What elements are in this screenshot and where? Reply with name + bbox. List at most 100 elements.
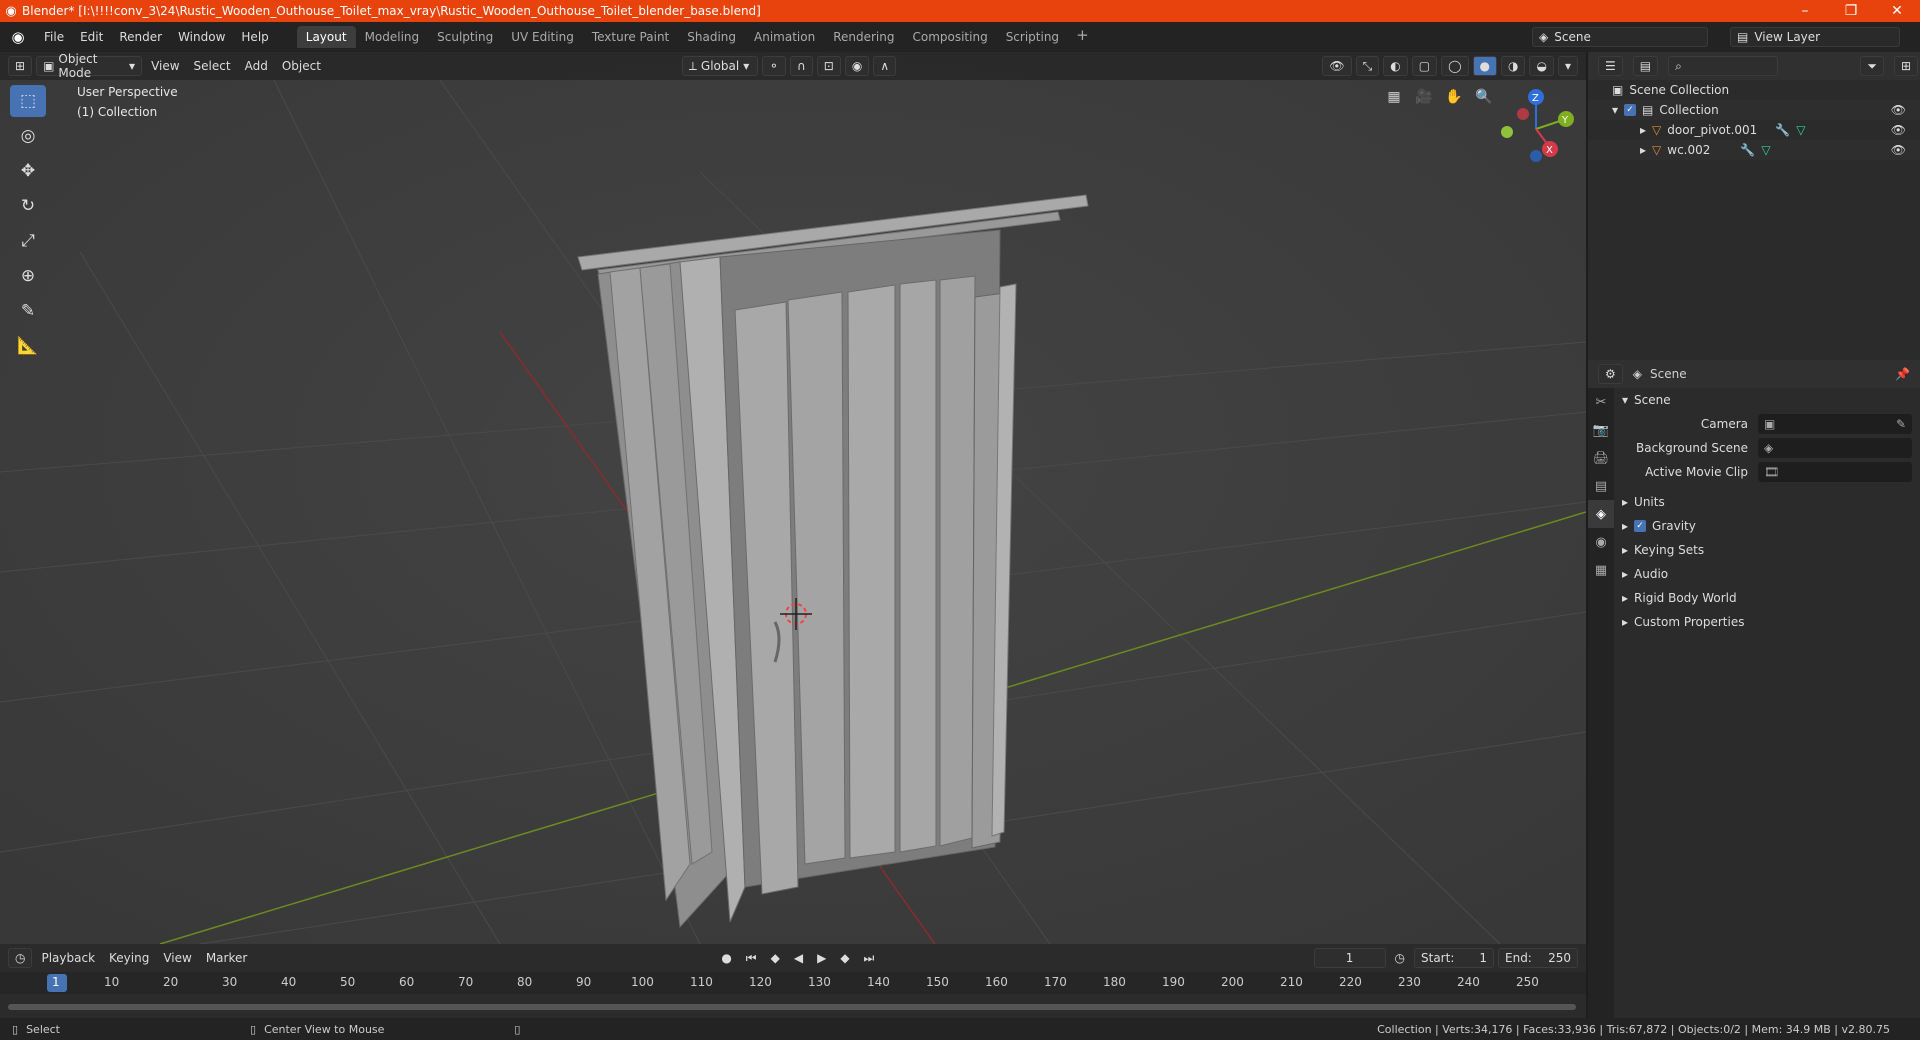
tab-compositing[interactable]: Compositing: [903, 26, 996, 48]
tab-texture-paint[interactable]: Texture Paint: [583, 26, 678, 48]
menu-help[interactable]: Help: [233, 30, 276, 44]
pivot-point-button[interactable]: ⚬: [761, 56, 786, 76]
jump-next-keyframe-icon[interactable]: ◆: [833, 951, 856, 965]
scene-tab-icon[interactable]: ◈: [1588, 500, 1614, 528]
pin-icon[interactable]: 📌: [1895, 367, 1910, 381]
expand-arrow-icon[interactable]: ▸: [1640, 123, 1646, 137]
solid-shading-button[interactable]: ●: [1472, 56, 1497, 76]
viewport-menu-select[interactable]: Select: [187, 59, 238, 73]
jump-start-icon[interactable]: ⏮: [739, 951, 764, 966]
material-shading-button[interactable]: ◑: [1501, 56, 1526, 76]
menu-file[interactable]: File: [36, 30, 72, 44]
outliner-object-door-pivot[interactable]: ▸ ▽ door_pivot.001 🔧 ▽ 👁: [1588, 120, 1920, 140]
eye-icon[interactable]: 👁: [1891, 103, 1906, 117]
timeline-scrollbar[interactable]: [8, 1004, 1576, 1010]
timeline-menu-playback[interactable]: Playback: [34, 951, 102, 965]
gravity-panel[interactable]: ▸ ✓ Gravity: [1614, 514, 1920, 538]
xray-button[interactable]: ▢: [1411, 56, 1438, 76]
gizmo-neg-x[interactable]: [1517, 108, 1529, 120]
measure-tool-icon[interactable]: 📐: [10, 330, 46, 362]
tool-tab-icon[interactable]: ✂: [1588, 388, 1614, 416]
menu-edit[interactable]: Edit: [72, 30, 111, 44]
rendered-shading-button[interactable]: ◒: [1529, 56, 1554, 76]
timeline-menu-marker[interactable]: Marker: [199, 951, 254, 965]
tab-sculpting[interactable]: Sculpting: [428, 26, 502, 48]
snap-settings-button[interactable]: ⊡: [816, 56, 841, 76]
shading-options-button[interactable]: ▾: [1557, 56, 1578, 76]
blender-menu-icon[interactable]: ◉: [0, 28, 36, 46]
wireframe-shading-button[interactable]: ◯: [1441, 56, 1469, 76]
play-icon[interactable]: ▶: [810, 951, 833, 965]
collection-checkbox[interactable]: ✓: [1624, 104, 1637, 116]
camera-view-icon[interactable]: 🎥: [1412, 85, 1436, 109]
scene-selector[interactable]: ◈ Scene: [1532, 27, 1708, 47]
timeline-ruler[interactable]: 1 10 20 30 40 50 60 70 80 90 100 110 120…: [0, 972, 1586, 994]
outliner-editor-type-button[interactable]: ☰: [1598, 56, 1623, 76]
world-tab-icon[interactable]: ◉: [1588, 528, 1614, 556]
new-collection-button[interactable]: ⊞: [1893, 56, 1918, 76]
scene-panel-header[interactable]: ▾ Scene: [1614, 388, 1920, 412]
timeline-menu-keying[interactable]: Keying: [102, 951, 156, 965]
display-mode-button[interactable]: ▤: [1632, 56, 1659, 76]
menu-window[interactable]: Window: [170, 30, 233, 44]
view-layer-selector[interactable]: ▤ View Layer: [1730, 27, 1900, 47]
tab-scripting[interactable]: Scripting: [997, 26, 1068, 48]
render-tab-icon[interactable]: 📷: [1588, 416, 1614, 444]
proportional-edit-button[interactable]: ◉: [844, 56, 870, 76]
audio-panel[interactable]: ▸ Audio: [1614, 562, 1920, 586]
tab-shading[interactable]: Shading: [678, 26, 745, 48]
texture-tab-icon[interactable]: ▦: [1588, 556, 1614, 584]
start-frame-field[interactable]: Start: 1: [1414, 948, 1494, 968]
gravity-checkbox[interactable]: ✓: [1634, 520, 1647, 532]
select-box-tool-icon[interactable]: ⬚: [10, 85, 46, 117]
active-movie-clip-field[interactable]: 🎞: [1758, 462, 1912, 482]
eye-icon[interactable]: 👁: [1891, 143, 1906, 157]
outliner-scene-collection[interactable]: ▣ Scene Collection: [1588, 80, 1920, 100]
preview-range-icon[interactable]: ◷: [1388, 951, 1412, 965]
editor-type-button[interactable]: ⊞: [8, 56, 33, 76]
cursor-tool-icon[interactable]: ◎: [10, 120, 46, 152]
tab-layout[interactable]: Layout: [296, 26, 356, 48]
gizmo-toggle-button[interactable]: ⤡: [1355, 56, 1380, 76]
close-button[interactable]: ✕: [1874, 3, 1920, 19]
tab-rendering[interactable]: Rendering: [824, 26, 903, 48]
zoom-view-icon[interactable]: 🔍: [1472, 85, 1496, 109]
rigid-body-world-panel[interactable]: ▸ Rigid Body World: [1614, 586, 1920, 610]
viewport-menu-object[interactable]: Object: [275, 59, 328, 73]
units-panel[interactable]: ▸ Units: [1614, 490, 1920, 514]
gizmo-neg-z[interactable]: [1530, 150, 1542, 162]
filter-button[interactable]: ⏷: [1860, 56, 1884, 76]
mode-dropdown[interactable]: ▣ Object Mode ▾: [36, 52, 143, 80]
current-frame-field[interactable]: 1: [1313, 948, 1386, 968]
rotate-tool-icon[interactable]: ↻: [10, 190, 46, 222]
maximize-button[interactable]: ❐: [1828, 3, 1874, 19]
timeline-menu-view[interactable]: View: [156, 951, 198, 965]
tab-uv-editing[interactable]: UV Editing: [502, 26, 583, 48]
visibility-button[interactable]: 👁: [1322, 56, 1352, 76]
viewport-menu-view[interactable]: View: [144, 59, 186, 73]
expand-arrow-icon[interactable]: ▸: [1640, 143, 1646, 157]
output-tab-icon[interactable]: 🖨: [1588, 444, 1614, 472]
move-tool-icon[interactable]: ✥: [10, 155, 46, 187]
gizmo-neg-y[interactable]: [1501, 126, 1513, 138]
expand-arrow-icon[interactable]: ▾: [1612, 103, 1618, 117]
tab-modeling[interactable]: Modeling: [356, 26, 429, 48]
camera-field[interactable]: ▣ ✎: [1758, 414, 1912, 434]
scale-tool-icon[interactable]: ⤢: [10, 225, 46, 257]
outliner-collection[interactable]: ▾ ✓ ▤ Collection 👁: [1588, 100, 1920, 120]
eye-icon[interactable]: 👁: [1891, 123, 1906, 137]
outliner-object-wc[interactable]: ▸ ▽ wc.002 🔧 ▽ 👁: [1588, 140, 1920, 160]
viewport-menu-add[interactable]: Add: [238, 59, 275, 73]
transform-orientation-dropdown[interactable]: ⟂ Global ▾: [681, 56, 758, 76]
timeline-editor-type-button[interactable]: ◷: [8, 948, 33, 968]
tab-animation[interactable]: Animation: [745, 26, 824, 48]
toggle-camera-view-icon[interactable]: ▦: [1382, 85, 1406, 109]
annotate-tool-icon[interactable]: ✎: [10, 295, 46, 327]
menu-render[interactable]: Render: [111, 30, 170, 44]
outliner-search-input[interactable]: ⌕: [1668, 56, 1779, 76]
view-layer-tab-icon[interactable]: ▤: [1588, 472, 1614, 500]
pan-view-icon[interactable]: ✋: [1442, 85, 1466, 109]
snap-toggle-button[interactable]: ∩: [789, 56, 813, 76]
jump-prev-keyframe-icon[interactable]: ◆: [764, 951, 787, 965]
3d-viewport[interactable]: Z Y X User Perspective (1) Collection ⬚ …: [0, 52, 1586, 944]
